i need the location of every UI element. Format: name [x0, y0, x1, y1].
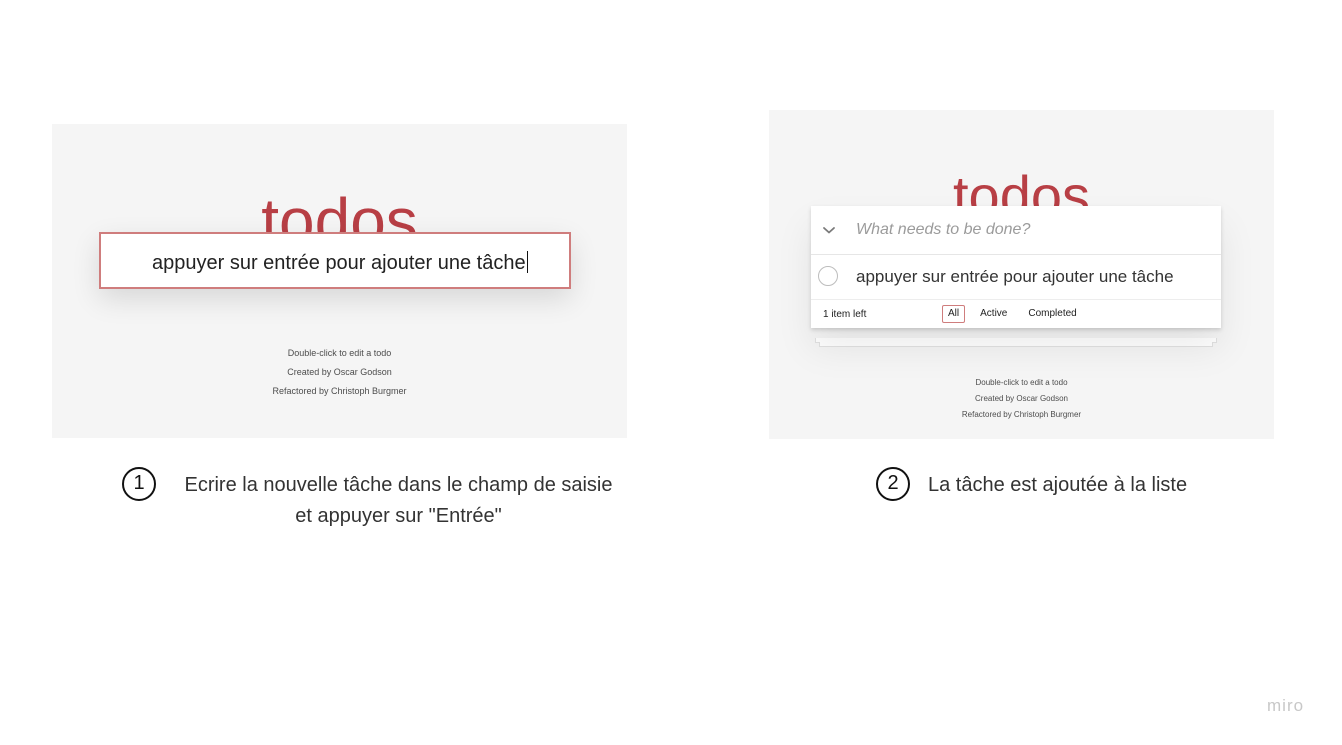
filters: All Active Completed — [942, 305, 1083, 323]
text-caret — [526, 251, 528, 273]
todo-app: appuyer sur entrée pour ajouter une tâch… — [811, 206, 1221, 328]
todo-footer: 1 item left All Active Completed — [811, 300, 1221, 328]
caption-line: Ecrire la nouvelle tâche dans le champ d… — [184, 474, 613, 496]
items-left-count: 1 item left — [823, 309, 867, 320]
info-line: Double-click to edit a todo — [287, 348, 392, 358]
todo-label[interactable]: appuyer sur entrée pour ajouter une tâch… — [856, 267, 1174, 287]
new-todo-input[interactable] — [856, 218, 1206, 242]
info-footer: Double-click to edit a todo Created by O… — [52, 344, 627, 401]
miro-watermark: miro — [1267, 696, 1305, 715]
filter-active[interactable]: Active — [974, 305, 1013, 323]
info-line: Refactored by Christoph Burgmer — [961, 410, 1082, 419]
info-footer: Double-click to edit a todo Created by O… — [769, 375, 1274, 423]
info-line: Created by Oscar Godson — [287, 367, 392, 377]
step2-screenshot: todos appuyer sur entrée pour ajouter un… — [769, 110, 1274, 439]
filter-all[interactable]: All — [942, 305, 966, 323]
todo-item[interactable]: appuyer sur entrée pour ajouter une tâch… — [811, 255, 1221, 300]
new-todo-row — [811, 206, 1221, 255]
info-line: Double-click to edit a todo — [975, 378, 1068, 387]
new-todo-input-value: appuyer sur entrée pour ajouter une tâch… — [152, 252, 526, 274]
list-stack-shadow — [819, 342, 1213, 347]
new-todo-input[interactable]: appuyer sur entrée pour ajouter une tâch… — [99, 232, 571, 289]
step1-caption: Ecrire la nouvelle tâche dans le champ d… — [166, 470, 631, 532]
info-line: Created by Oscar Godson — [975, 394, 1068, 403]
chevron-down-icon[interactable] — [821, 222, 837, 238]
step-number-badge: 1 — [122, 467, 156, 501]
info-line: Refactored by Christoph Burgmer — [272, 386, 407, 396]
step-number-badge: 2 — [876, 467, 910, 501]
caption-line: et appuyer sur "Entrée" — [295, 505, 502, 527]
filter-completed[interactable]: Completed — [1022, 305, 1082, 323]
step1-screenshot: todos appuyer sur entrée pour ajouter un… — [52, 124, 627, 438]
step2-caption: La tâche est ajoutée à la liste — [928, 474, 1188, 496]
circle-checkbox-icon[interactable] — [818, 266, 838, 286]
